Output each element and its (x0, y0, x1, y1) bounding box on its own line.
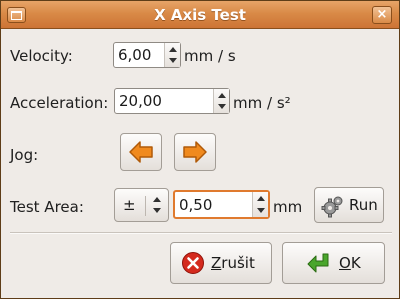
increment-icon[interactable] (169, 47, 177, 52)
acceleration-value[interactable]: 20,00 (119, 92, 162, 110)
close-button[interactable]: × (372, 6, 392, 24)
jog-right-button[interactable] (174, 133, 216, 171)
decrement-icon[interactable] (257, 208, 265, 213)
ok-label: OK (339, 254, 361, 272)
acceleration-stepper[interactable] (213, 89, 229, 113)
acceleration-label: Acceleration: (10, 94, 109, 112)
run-label: Run (349, 196, 378, 214)
test-area-spinbox[interactable]: 0,50 (173, 190, 270, 219)
increment-icon[interactable] (257, 196, 265, 201)
test-area-label: Test Area: (10, 198, 84, 216)
velocity-unit: mm / s (184, 47, 236, 65)
arrow-right-icon (183, 141, 207, 163)
velocity-stepper[interactable] (164, 43, 180, 67)
combo-divider (145, 196, 146, 216)
velocity-spinbox[interactable]: 6,00 (113, 42, 181, 68)
velocity-label: Velocity: (10, 47, 73, 65)
jog-label: Jog: (10, 146, 39, 164)
test-area-mode-select[interactable]: ± (114, 188, 169, 222)
chevron-down-icon (153, 208, 161, 213)
velocity-value[interactable]: 6,00 (118, 46, 151, 64)
test-area-unit: mm (273, 198, 303, 216)
run-button[interactable]: Run (314, 187, 384, 223)
decrement-icon[interactable] (218, 104, 226, 109)
increment-icon[interactable] (218, 93, 226, 98)
separator (10, 232, 392, 234)
cancel-label: Zrušit (211, 254, 255, 272)
chevron-up-icon (153, 197, 161, 202)
test-area-mode-value: ± (123, 196, 136, 214)
gears-icon (321, 196, 343, 218)
jog-left-button[interactable] (120, 133, 162, 171)
cancel-button[interactable]: Zrušit (170, 242, 272, 284)
ok-button[interactable]: OK (282, 242, 385, 284)
dialog-window: X Axis Test × Velocity: 6,00 mm / s Acce… (0, 0, 400, 299)
acceleration-spinbox[interactable]: 20,00 (114, 88, 230, 114)
arrow-left-icon (129, 141, 153, 163)
window-title: X Axis Test (154, 6, 246, 24)
test-area-stepper[interactable] (252, 192, 268, 217)
acceleration-unit: mm / s² (233, 94, 291, 112)
test-area-value[interactable]: 0,50 (179, 196, 212, 214)
decrement-icon[interactable] (169, 58, 177, 63)
cancel-icon (182, 252, 204, 274)
enter-arrow-icon (307, 253, 329, 273)
titlebar: X Axis Test × (1, 1, 399, 29)
